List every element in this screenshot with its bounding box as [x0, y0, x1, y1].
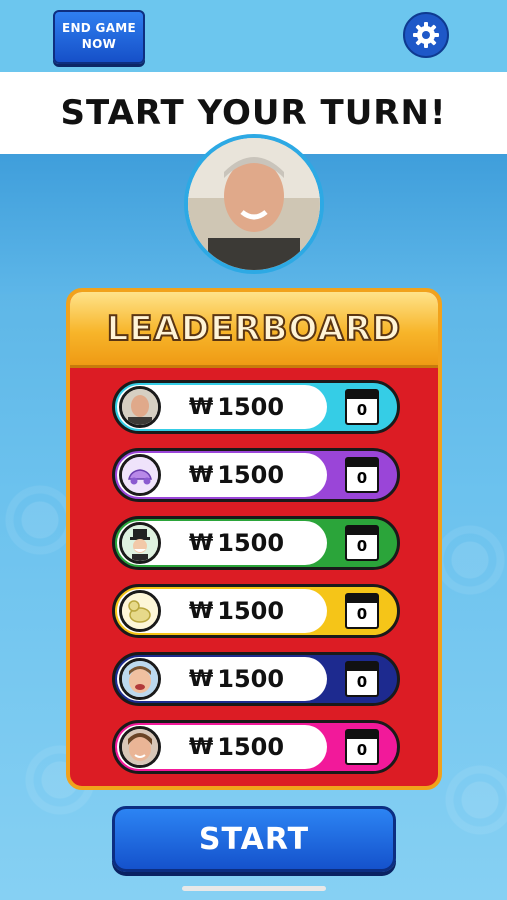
- property-card-icon: 0: [345, 729, 379, 765]
- property-card-icon: 0: [345, 525, 379, 561]
- currency-symbol: ₩: [189, 462, 214, 488]
- current-player-avatar: [184, 134, 324, 274]
- property-card-icon: 0: [345, 661, 379, 697]
- start-label: START: [198, 821, 310, 857]
- currency-symbol: ₩: [189, 598, 214, 624]
- leaderboard-header: LEADERBOARD: [70, 292, 438, 368]
- property-card-icon: 0: [345, 457, 379, 493]
- player-row[interactable]: ₩1500 0: [112, 448, 400, 502]
- card-count: 0: [356, 469, 368, 487]
- player-row[interactable]: ₩1500 0: [112, 516, 400, 570]
- turn-title: START YOUR TURN!: [60, 93, 447, 133]
- property-card-icon: 0: [345, 389, 379, 425]
- currency-symbol: ₩: [189, 394, 214, 420]
- player-row[interactable]: ₩1500 0: [112, 720, 400, 774]
- card-count: 0: [356, 673, 368, 691]
- player-row[interactable]: ₩1500 0: [112, 380, 400, 434]
- kid-photo-icon: [119, 658, 161, 700]
- dog-token-icon: [119, 590, 161, 632]
- money-amount: ₩1500: [189, 597, 285, 625]
- card-count: 0: [356, 741, 368, 759]
- leaderboard-title: LEADERBOARD: [106, 308, 402, 350]
- money-amount: ₩1500: [189, 665, 285, 693]
- start-button[interactable]: START: [112, 806, 396, 872]
- currency-symbol: ₩: [189, 734, 214, 760]
- currency-symbol: ₩: [189, 666, 214, 692]
- kid-photo-icon: [119, 726, 161, 768]
- card-count: 0: [356, 401, 368, 419]
- end-game-button[interactable]: END GAME NOW: [53, 10, 145, 64]
- player-row[interactable]: ₩1500 0: [112, 652, 400, 706]
- card-count: 0: [356, 605, 368, 623]
- money-amount: ₩1500: [189, 461, 285, 489]
- player-row[interactable]: ₩1500 0: [112, 584, 400, 638]
- money-amount: ₩1500: [189, 733, 285, 761]
- car-token-icon: [119, 454, 161, 496]
- property-card-icon: 0: [345, 593, 379, 629]
- leaderboard-panel: LEADERBOARD ₩1500 0 ₩1500 0 ₩1500 0 ₩ 15…: [66, 288, 442, 790]
- home-indicator[interactable]: [182, 886, 326, 891]
- card-count: 0: [356, 537, 368, 555]
- money-amount: ₩1500: [189, 393, 285, 421]
- player-photo-icon: [119, 386, 161, 428]
- currency-symbol: ₩: [189, 530, 214, 556]
- money-amount: ₩1500: [189, 529, 285, 557]
- mr-monopoly-icon: [119, 522, 161, 564]
- gear-icon[interactable]: [403, 12, 449, 58]
